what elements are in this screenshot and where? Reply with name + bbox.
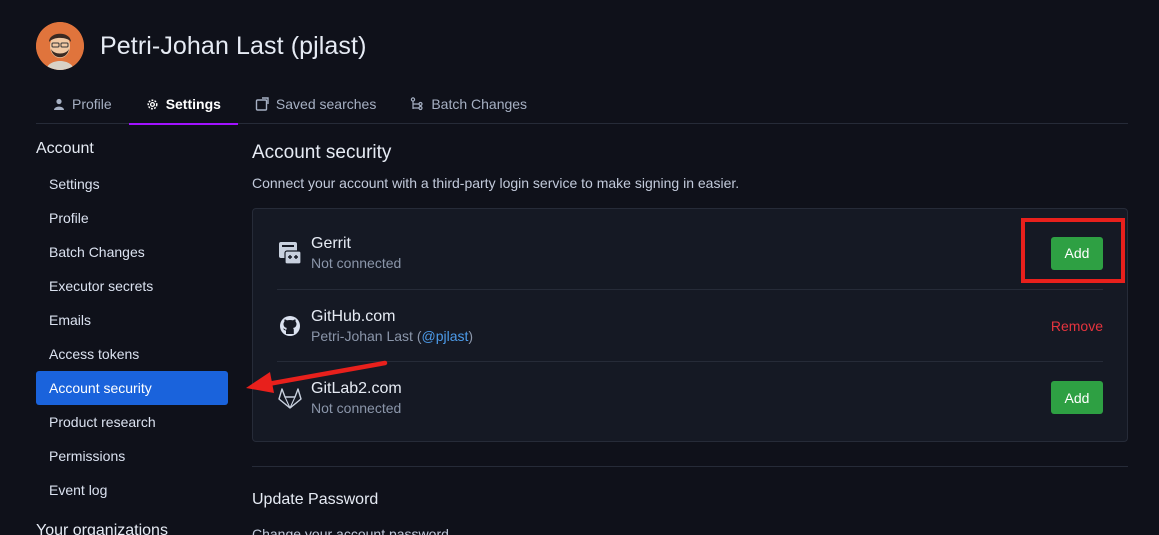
service-status: Not connected bbox=[311, 399, 402, 416]
tab-batch-changes[interactable]: Batch Changes bbox=[393, 84, 544, 124]
sidebar-item-access-tokens[interactable]: Access tokens bbox=[36, 337, 228, 371]
sidebar-item-permissions[interactable]: Permissions bbox=[36, 439, 228, 473]
sidebar-heading-account: Account bbox=[36, 140, 94, 157]
external-accounts-card: Gerrit Not connected Add GitHub.com Petr… bbox=[252, 208, 1128, 442]
tab-settings[interactable]: Settings bbox=[128, 84, 239, 125]
sidebar-item-product-research[interactable]: Product research bbox=[36, 405, 228, 439]
sidebar-nav: Settings Profile Batch Changes Executor … bbox=[36, 167, 228, 507]
sidebar-item-account-security[interactable]: Account security bbox=[36, 371, 228, 405]
tab-label: Saved searches bbox=[275, 96, 377, 112]
avatar[interactable] bbox=[36, 22, 84, 70]
gerrit-icon bbox=[277, 241, 303, 265]
tab-profile[interactable]: Profile bbox=[36, 84, 129, 124]
section-divider bbox=[252, 466, 1128, 467]
user-icon bbox=[53, 98, 65, 110]
update-password-title: Update Password bbox=[252, 491, 379, 508]
sidebar-heading-organizations: Your organizations bbox=[36, 522, 168, 535]
sidebar-item-batch-changes[interactable]: Batch Changes bbox=[36, 235, 228, 269]
service-row-github: GitHub.com Petri-Johan Last (@pjlast) Re… bbox=[277, 289, 1103, 361]
tab-label: Batch Changes bbox=[431, 96, 528, 112]
service-name: Gerrit bbox=[311, 235, 351, 252]
sidebar-item-emails[interactable]: Emails bbox=[36, 303, 228, 337]
service-name: GitHub.com bbox=[311, 307, 396, 325]
tab-label: Settings bbox=[165, 96, 221, 112]
account-handle-link[interactable]: @pjlast bbox=[422, 328, 469, 344]
section-description: Connect your account with a third-party … bbox=[252, 175, 740, 191]
status-suffix: ) bbox=[468, 327, 474, 344]
saved-search-icon bbox=[255, 97, 269, 111]
remove-github-button[interactable]: Remove bbox=[1051, 318, 1103, 334]
settings-tabs: Profile Settings Saved searches Batch Ch… bbox=[36, 84, 1128, 125]
service-status: Not connected bbox=[311, 255, 402, 271]
tab-label: Profile bbox=[72, 96, 112, 112]
sidebar-item-profile[interactable]: Profile bbox=[36, 201, 228, 235]
service-name: GitLab2.com bbox=[311, 379, 402, 397]
sidebar-item-settings[interactable]: Settings bbox=[36, 167, 228, 201]
sidebar-item-executor-secrets[interactable]: Executor secrets bbox=[36, 269, 228, 303]
annotation-highlight-box bbox=[1021, 218, 1125, 283]
service-row-gitlab: GitLab2.com Not connected Add bbox=[277, 361, 1103, 433]
account-name: Petri-Johan Last ( bbox=[311, 327, 422, 344]
section-title: Account security bbox=[252, 142, 392, 163]
gear-icon bbox=[146, 98, 159, 111]
batch-changes-icon bbox=[410, 97, 424, 111]
sidebar-item-event-log[interactable]: Event log bbox=[36, 473, 228, 507]
update-password-description: Change your account password. bbox=[252, 526, 453, 535]
github-icon bbox=[277, 315, 303, 337]
page-title: Petri-Johan Last (pjlast) bbox=[100, 32, 367, 60]
service-row-gerrit: Gerrit Not connected Add bbox=[277, 217, 1103, 289]
add-gitlab-button[interactable]: Add bbox=[1051, 381, 1103, 414]
annotation-arrow-icon bbox=[246, 360, 388, 393]
tab-saved-searches[interactable]: Saved searches bbox=[238, 84, 393, 124]
service-status: Petri-Johan Last (@pjlast) bbox=[311, 327, 1051, 345]
